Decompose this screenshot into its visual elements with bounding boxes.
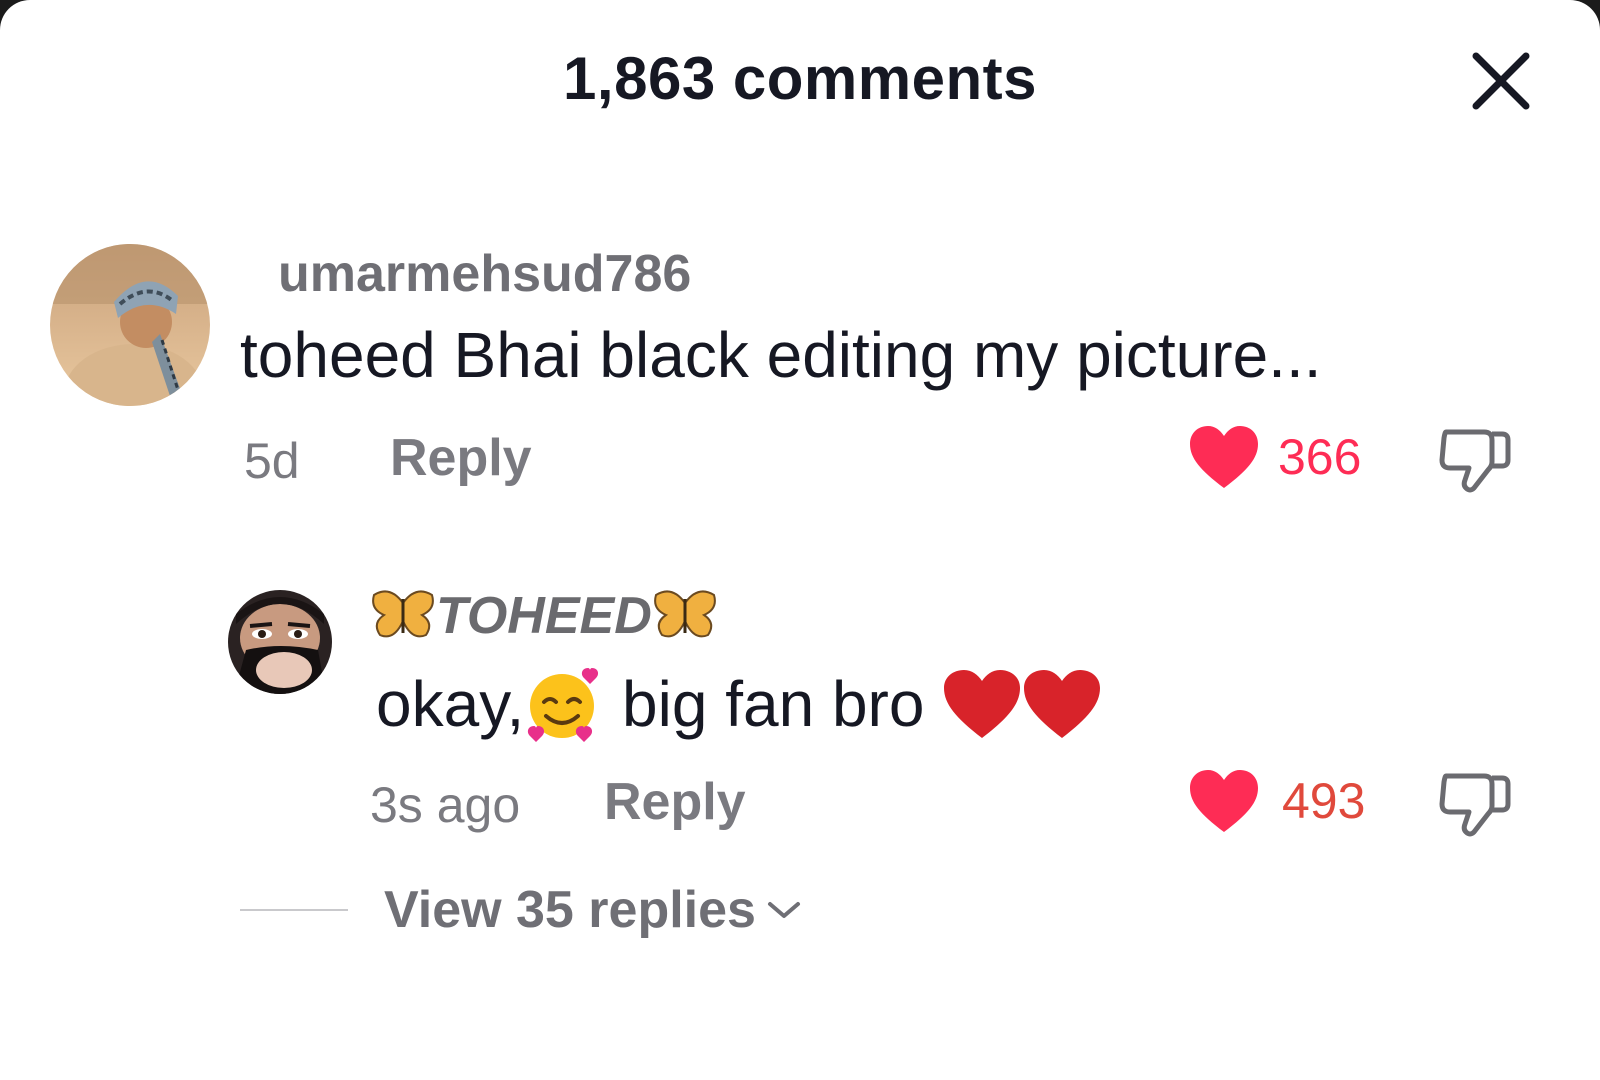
heart-icon: [1190, 770, 1258, 832]
butterfly-icon: [653, 590, 716, 638]
dislike-button[interactable]: [1438, 770, 1512, 843]
view-replies-button[interactable]: View 35 replies: [240, 880, 802, 940]
comment-username-text: TOHEED: [436, 587, 652, 645]
partial-emoji-icon: [660, 1070, 780, 1080]
comment-text: okay, big fan bro: [376, 664, 1102, 744]
comment-timestamp: 3s ago: [370, 777, 521, 833]
comment-text-before-emoji: okay,: [376, 668, 525, 740]
comments-sheet: 1,863 comments umarmehsud786 toheed Bhai…: [0, 0, 1600, 1080]
avatar[interactable]: [50, 244, 210, 406]
view-replies-label: View 35 replies: [384, 881, 756, 939]
thumbs-down-icon: [1439, 773, 1511, 837]
chevron-down-icon: [767, 902, 800, 918]
like-button[interactable]: 366: [1188, 424, 1361, 490]
reply-button[interactable]: Reply: [390, 428, 532, 488]
like-button[interactable]: 493: [1188, 768, 1365, 834]
comments-count-title: 1,863 comments: [563, 45, 1037, 112]
comment-timestamp: 5d: [244, 433, 300, 489]
thumbs-down-icon: [1439, 429, 1511, 493]
red-heart-icon: [944, 670, 1021, 738]
smiling-face-with-hearts-icon: [528, 668, 599, 742]
dislike-button[interactable]: [1438, 426, 1512, 499]
comment-username[interactable]: umarmehsud786: [278, 244, 691, 304]
close-icon: [1472, 52, 1530, 110]
like-count: 493: [1282, 773, 1366, 829]
divider: [240, 909, 348, 911]
reply-button[interactable]: Reply: [604, 772, 746, 832]
comment-text-after-emoji: big fan bro: [604, 668, 925, 740]
red-heart-icon: [1024, 670, 1101, 738]
close-button[interactable]: [1470, 50, 1532, 112]
butterfly-icon: [372, 590, 434, 638]
like-count: 366: [1278, 429, 1362, 485]
comment-text: toheed Bhai black editing my picture...: [240, 319, 1322, 391]
heart-icon: [1190, 426, 1258, 488]
comment-username[interactable]: TOHEED: [370, 586, 718, 646]
avatar[interactable]: [228, 590, 332, 694]
